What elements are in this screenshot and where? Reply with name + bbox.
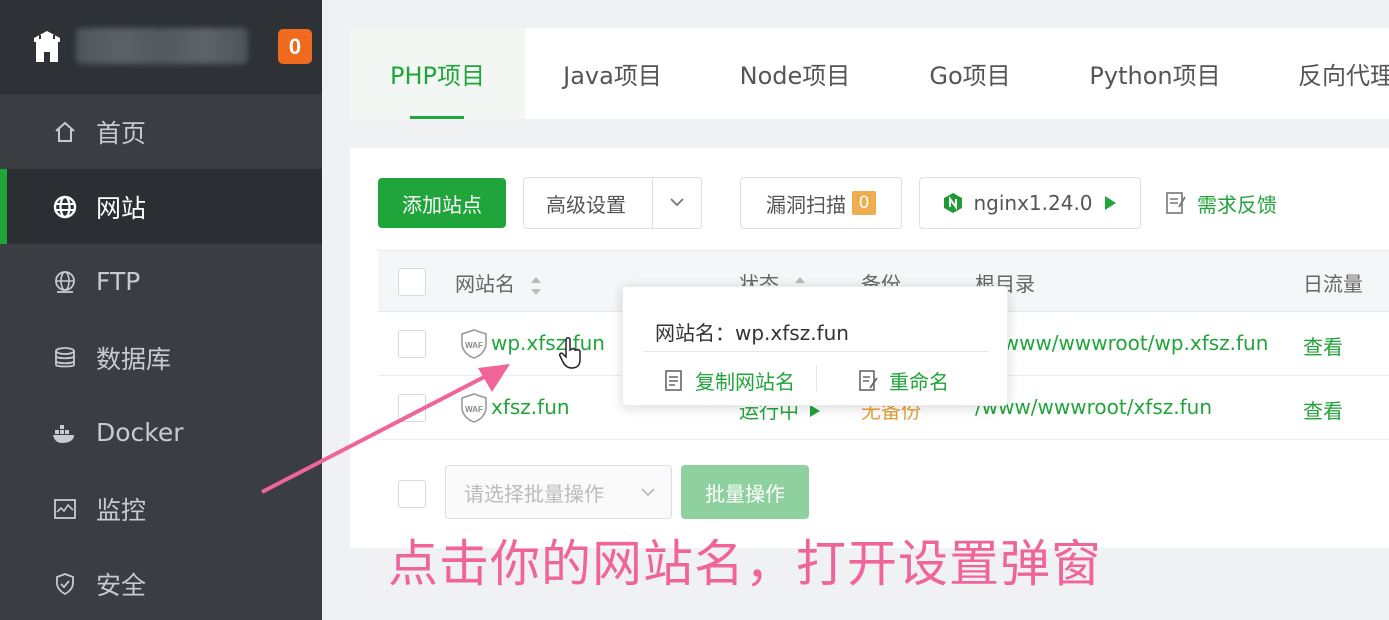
tab-java[interactable]: Java项目 <box>525 28 700 119</box>
tab-label: Java项目 <box>563 62 662 90</box>
edit-note-icon <box>1166 192 1186 214</box>
sort-icon <box>531 276 542 295</box>
monitor-icon <box>52 496 78 522</box>
popover-title: 网站名：wp.xfsz.fun <box>655 321 849 345</box>
sidebar-item-label: 安全 <box>96 570 147 600</box>
notification-badge[interactable]: 0 <box>278 29 312 64</box>
tab-label: Node项目 <box>739 62 851 90</box>
sidebar-item-label: 数据库 <box>96 344 172 374</box>
sidebar-item-home[interactable]: 首页 <box>0 94 322 169</box>
rename-icon <box>859 370 878 391</box>
advanced-settings-label: 高级设置 <box>546 192 626 217</box>
batch-operation-select[interactable]: 请选择批量操作 <box>445 465 672 519</box>
nginx-icon <box>944 193 963 213</box>
site-name-link[interactable]: wp.xfsz.fun <box>491 331 605 355</box>
tab-go[interactable]: Go项目 <box>890 28 1050 119</box>
chevron-down-icon <box>670 198 684 207</box>
nginx-button[interactable]: nginx1.24.0 <box>919 177 1141 229</box>
copy-icon <box>665 370 682 391</box>
sidebar-item-label: 首页 <box>96 118 147 148</box>
add-site-button[interactable]: 添加站点 <box>378 178 506 228</box>
shield-icon <box>52 571 78 597</box>
nginx-version: nginx1.24.0 <box>973 191 1093 215</box>
tab-label: Python项目 <box>1089 62 1221 90</box>
svg-text:WAF: WAF <box>465 405 483 414</box>
batch-operation-button[interactable]: 批量操作 <box>681 465 809 519</box>
play-icon <box>1104 196 1116 210</box>
play-icon <box>810 405 821 417</box>
header-site-name[interactable]: 网站名 <box>455 268 543 298</box>
sidebar-item-monitor[interactable]: 监控 <box>0 471 322 546</box>
tab-reverse-proxy[interactable]: 反向代理 <box>1260 28 1389 119</box>
batch-select-checkbox[interactable] <box>398 480 426 508</box>
sidebar-item-label: Docker <box>96 418 184 447</box>
hand-cursor-icon <box>559 337 581 369</box>
popover-divider <box>643 351 989 352</box>
globe-icon <box>52 194 78 220</box>
project-tabs: PHP项目 Java项目 Node项目 Go项目 Python项目 反向代理 <box>350 28 1389 119</box>
row-checkbox[interactable] <box>398 394 426 422</box>
batch-select-placeholder: 请选择批量操作 <box>464 481 604 506</box>
tab-label: Go项目 <box>929 62 1011 90</box>
feedback-link[interactable]: 需求反馈 <box>1165 177 1295 229</box>
copy-label: 复制网站名 <box>695 369 795 394</box>
waf-shield-icon: WAF <box>461 393 487 423</box>
popover-action-separator <box>816 365 817 391</box>
header-traffic: 日流量 <box>1303 272 1363 296</box>
vuln-scan-button[interactable]: 漏洞扫描 0 <box>740 177 902 229</box>
sidebar-item-label: FTP <box>96 267 141 296</box>
traffic-view-link[interactable]: 查看 <box>1303 331 1343 360</box>
tab-node[interactable]: Node项目 <box>700 28 890 119</box>
copy-site-name-button[interactable]: 复制网站名 <box>663 365 795 395</box>
annotation-text: 点击你的网站名，打开设置弹窗 <box>388 535 1102 593</box>
sidebar-item-label: 监控 <box>96 495 147 525</box>
select-all-checkbox[interactable] <box>398 268 426 296</box>
sidebar-item-websites[interactable]: 网站 <box>0 169 322 244</box>
sidebar-header: 0 <box>0 0 322 94</box>
waf-shield-icon: WAF <box>461 329 487 359</box>
ftp-globe-icon <box>52 269 78 295</box>
site-root-link[interactable]: /www/wwwroot/wp.xfsz.fun <box>996 331 1268 355</box>
sidebar-item-docker[interactable]: Docker <box>0 395 322 470</box>
advanced-settings-dropdown[interactable]: 高级设置 <box>523 177 702 229</box>
tab-php[interactable]: PHP项目 <box>350 28 525 119</box>
sidebar-item-ftp[interactable]: FTP <box>0 244 322 319</box>
traffic-view-link[interactable]: 查看 <box>1303 395 1343 424</box>
dropdown-divider <box>652 178 653 228</box>
header-label: 网站名 <box>455 272 515 296</box>
vuln-scan-label: 漏洞扫描 <box>766 192 846 217</box>
site-name-popover: 网站名：wp.xfsz.fun 复制网站名 重命名 <box>622 286 1008 406</box>
site-name-link[interactable]: xfsz.fun <box>491 395 570 419</box>
sidebar-item-security[interactable]: 安全 <box>0 546 322 620</box>
tab-label: 反向代理 <box>1298 62 1389 90</box>
rename-label: 重命名 <box>889 369 949 394</box>
docker-icon <box>52 420 78 446</box>
svg-text:WAF: WAF <box>465 341 483 350</box>
tab-active-indicator <box>410 116 464 119</box>
sidebar: 0 首页 网站 FTP 数据库 Docker 监控 安全 <box>0 0 322 620</box>
tab-label: PHP项目 <box>390 62 485 90</box>
sidebar-item-label: 网站 <box>96 193 147 223</box>
tab-python[interactable]: Python项目 <box>1050 28 1260 119</box>
sidebar-item-database[interactable]: 数据库 <box>0 320 322 395</box>
home-icon <box>52 119 78 145</box>
chevron-down-icon <box>641 488 655 497</box>
rename-button[interactable]: 重命名 <box>857 365 949 395</box>
feedback-label: 需求反馈 <box>1197 192 1277 217</box>
database-icon <box>52 345 78 371</box>
vuln-count-badge: 0 <box>852 191 876 215</box>
server-name-blurred <box>76 28 248 64</box>
logo-icon <box>34 31 60 62</box>
row-checkbox[interactable] <box>398 330 426 358</box>
site-root-link[interactable]: /www/wwwroot/xfsz.fun <box>975 395 1212 419</box>
